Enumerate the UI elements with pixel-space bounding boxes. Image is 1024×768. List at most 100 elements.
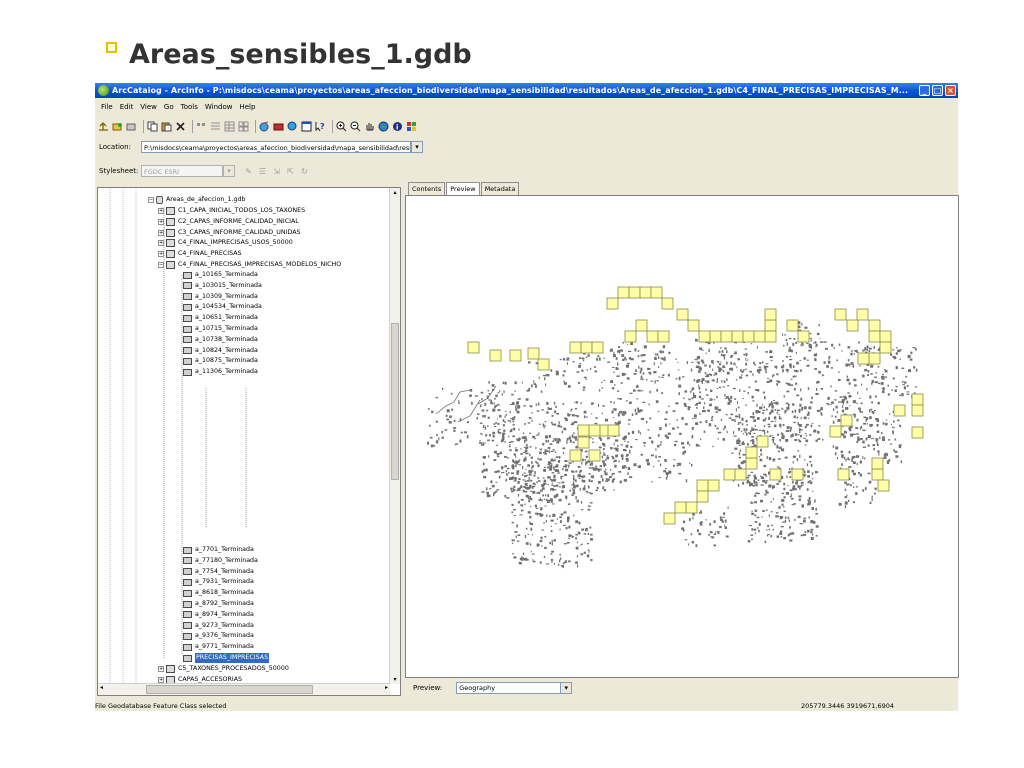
menu-go[interactable]: Go bbox=[164, 103, 174, 111]
scroll-up-icon[interactable]: ▴ bbox=[390, 189, 400, 196]
tree-feature-class-item[interactable]: a_9273_Terminada bbox=[183, 621, 254, 631]
tree-feature-class-item[interactable]: a_10651_Terminada bbox=[183, 313, 258, 323]
habitat-speckle bbox=[811, 472, 814, 475]
expand-toggle-icon[interactable]: + bbox=[158, 666, 164, 672]
arctoolbox-icon[interactable] bbox=[273, 121, 284, 132]
expand-toggle-icon[interactable]: + bbox=[158, 240, 164, 247]
tree-feature-class-item[interactable]: a_10824_Terminada bbox=[183, 346, 258, 356]
geography-preview-pane[interactable] bbox=[405, 195, 959, 678]
menu-window[interactable]: Window bbox=[205, 103, 233, 111]
search-icon[interactable] bbox=[287, 121, 298, 132]
preview-type-select[interactable]: Geography bbox=[456, 682, 562, 694]
habitat-speckle bbox=[634, 369, 637, 372]
tree-dataset-item[interactable]: + C4_FINAL_IMPRECISAS_USOS_50000 bbox=[158, 238, 293, 248]
tree-feature-class-item[interactable]: a_8618_Terminada bbox=[183, 588, 254, 598]
thumbnails-icon[interactable] bbox=[238, 121, 249, 132]
menu-view[interactable]: View bbox=[140, 103, 157, 111]
habitat-speckle bbox=[727, 401, 731, 405]
tree-feature-class-item[interactable]: a_10715_Terminada bbox=[183, 324, 258, 334]
tree-feature-class-item[interactable]: a_11306_Terminada bbox=[183, 367, 258, 377]
maximize-button[interactable]: □ bbox=[932, 85, 943, 96]
disconnect-folder-icon[interactable] bbox=[126, 121, 137, 132]
minimize-button[interactable]: _ bbox=[919, 85, 930, 96]
up-one-level-icon[interactable] bbox=[98, 121, 109, 132]
tree-root-item[interactable]: − Areas_de_afeccion_1.gdb bbox=[148, 195, 246, 205]
geography-preview-map[interactable] bbox=[406, 196, 958, 677]
tree-feature-class-item[interactable]: a_8792_Terminada bbox=[183, 599, 254, 609]
whats-this-icon[interactable]: ? bbox=[315, 121, 326, 132]
close-button[interactable]: × bbox=[945, 85, 956, 96]
tree-feature-class-item[interactable]: a_8974_Terminada bbox=[183, 610, 254, 620]
menu-help[interactable]: Help bbox=[239, 103, 255, 111]
metadata-properties-icon[interactable]: ☰ bbox=[257, 166, 268, 177]
tree-feature-class-item[interactable]: a_77180_Terminada bbox=[183, 556, 258, 566]
habitat-speckle bbox=[705, 380, 708, 382]
tree-dataset-item[interactable]: + C1_CAPA_INICIAL_TODOS_LOS_TAXONES bbox=[158, 206, 305, 216]
tree-feature-class-item[interactable]: a_104534_Terminada bbox=[183, 302, 262, 312]
large-icons-icon[interactable] bbox=[196, 121, 207, 132]
tab-preview[interactable]: Preview bbox=[446, 182, 480, 196]
tree-horizontal-scrollbar[interactable]: ◂ ▸ bbox=[98, 683, 390, 695]
tree-vertical-scroll-thumb[interactable] bbox=[391, 323, 399, 480]
scroll-left-icon[interactable]: ◂ bbox=[100, 684, 103, 691]
stylesheet-dropdown-button[interactable]: ▾ bbox=[223, 165, 235, 177]
habitat-speckle bbox=[890, 353, 893, 356]
tab-contents[interactable]: Contents bbox=[408, 182, 446, 195]
stylesheet-select[interactable]: FGDC ESRI bbox=[141, 165, 223, 177]
tree-dataset-item[interactable]: + C2_CAPAS_INFORME_CALIDAD_INICIAL bbox=[158, 217, 299, 227]
expand-toggle-icon[interactable]: + bbox=[158, 676, 164, 683]
window-title-bar[interactable]: ArcCatalog - ArcInfo - P:\misdocs\ceama\… bbox=[95, 83, 958, 98]
habitat-speckle bbox=[580, 402, 582, 404]
menu-file[interactable]: File bbox=[101, 103, 113, 111]
list-icon[interactable] bbox=[210, 121, 221, 132]
full-extent-icon[interactable] bbox=[378, 121, 389, 132]
preview-type-dropdown-button[interactable]: ▾ bbox=[560, 682, 573, 694]
tree-feature-class-item[interactable]: a_7754_Terminada bbox=[183, 567, 254, 577]
tree-item-selected[interactable]: PRECISAS_IMPRECISAS bbox=[183, 653, 270, 663]
collapse-toggle-icon[interactable]: − bbox=[158, 262, 164, 268]
tree-dataset-item[interactable]: − C4_FINAL_PRECISAS_IMPRECISAS_MODELOS_NI… bbox=[158, 260, 341, 270]
expand-toggle-icon[interactable]: + bbox=[158, 251, 164, 258]
export-metadata-icon[interactable]: ⇱ bbox=[285, 166, 296, 177]
menu-edit[interactable]: Edit bbox=[120, 103, 134, 111]
update-metadata-icon[interactable]: ↻ bbox=[299, 166, 310, 177]
edit-metadata-icon[interactable]: ✎ bbox=[243, 166, 254, 177]
tree-feature-class-item[interactable]: a_7931_Terminada bbox=[183, 577, 254, 587]
scroll-down-icon[interactable]: ▾ bbox=[390, 676, 400, 683]
tree-feature-class-item[interactable]: a_10165_Terminada bbox=[183, 270, 258, 280]
location-dropdown-button[interactable]: ▾ bbox=[411, 141, 423, 153]
paste-icon[interactable] bbox=[161, 121, 172, 132]
tree-horizontal-scroll-thumb[interactable] bbox=[146, 685, 313, 694]
import-metadata-icon[interactable]: ⇲ bbox=[271, 166, 282, 177]
tree-dataset-item[interactable]: + C4_FINAL_PRECISAS bbox=[158, 249, 242, 259]
delete-icon[interactable] bbox=[175, 121, 186, 132]
identify-icon[interactable]: i bbox=[392, 121, 403, 132]
launch-arcmap-icon[interactable] bbox=[259, 121, 270, 132]
menu-tools[interactable]: Tools bbox=[181, 103, 198, 111]
tree-feature-class-item[interactable]: a_9771_Terminada bbox=[183, 642, 254, 652]
pan-icon[interactable] bbox=[364, 121, 375, 132]
tree-feature-class-item[interactable]: a_9376_Terminada bbox=[183, 631, 254, 641]
command-line-icon[interactable] bbox=[301, 121, 312, 132]
zoom-out-icon[interactable] bbox=[350, 121, 361, 132]
tab-metadata[interactable]: Metadata bbox=[480, 182, 520, 195]
tree-feature-class-item[interactable]: a_10875_Terminada bbox=[183, 356, 258, 366]
tree-dataset-item[interactable]: + C5_TAXONES_PROCESADOS_50000 bbox=[158, 664, 289, 674]
tree-vertical-scrollbar[interactable]: ▴ ▾ bbox=[389, 188, 400, 684]
connect-folder-icon[interactable] bbox=[112, 121, 123, 132]
scroll-right-icon[interactable]: ▸ bbox=[385, 684, 388, 691]
location-input[interactable]: P:\misdocs\ceama\proyectos\areas_afeccio… bbox=[141, 141, 411, 153]
details-icon[interactable] bbox=[224, 121, 235, 132]
expand-toggle-icon[interactable]: + bbox=[158, 229, 164, 236]
expand-toggle-icon[interactable]: + bbox=[158, 218, 164, 225]
tree-feature-class-item[interactable]: a_10738_Terminada bbox=[183, 335, 258, 345]
tree-feature-class-item[interactable]: a_10309_Terminada bbox=[183, 292, 258, 302]
tree-feature-class-item[interactable]: a_7701_Terminada bbox=[183, 545, 254, 555]
tree-feature-class-item[interactable]: a_103015_Terminada bbox=[183, 281, 262, 291]
tree-dataset-item[interactable]: + C3_CAPAS_INFORME_CALIDAD_UNIDAS bbox=[158, 228, 301, 238]
zoom-in-icon[interactable] bbox=[336, 121, 347, 132]
copy-icon[interactable] bbox=[147, 121, 158, 132]
expand-toggle-icon[interactable]: + bbox=[158, 208, 164, 214]
collapse-toggle-icon[interactable]: − bbox=[148, 197, 154, 203]
create-thumbnail-icon[interactable] bbox=[406, 121, 417, 132]
